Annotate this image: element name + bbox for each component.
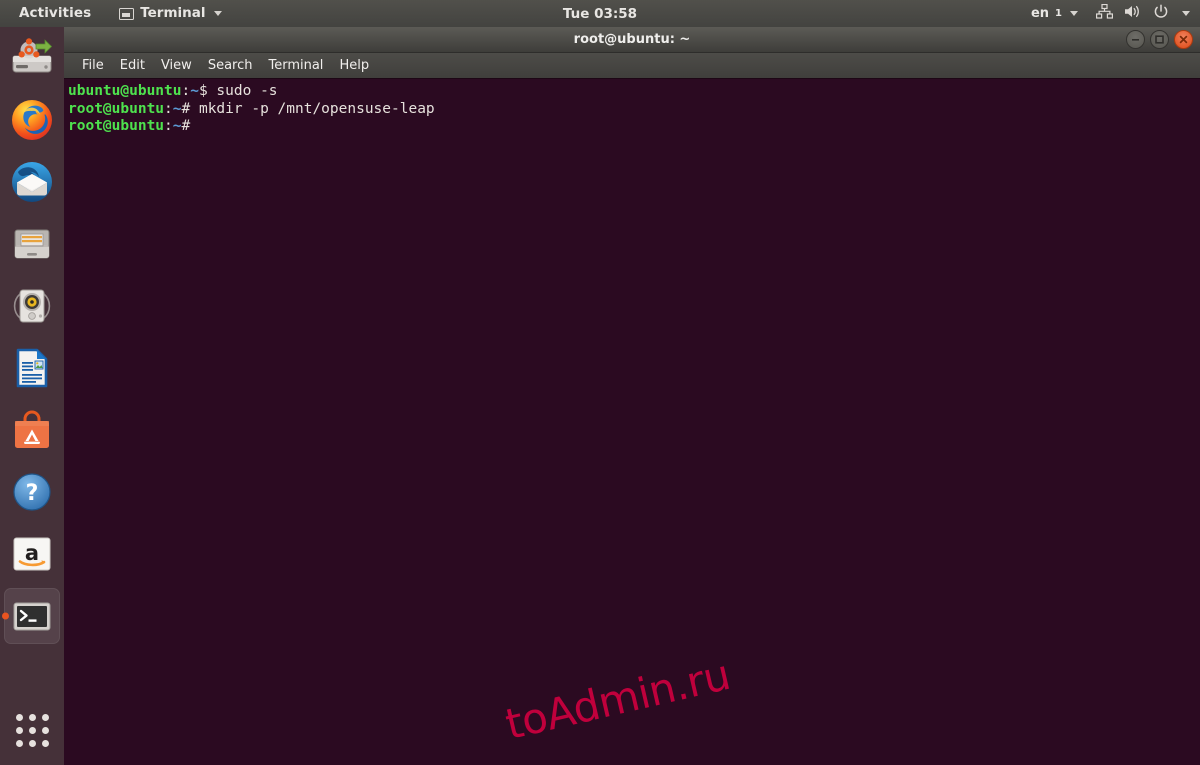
maximize-button[interactable] (1150, 30, 1169, 49)
dock-item-libreoffice-writer[interactable] (0, 337, 64, 399)
terminal-line: ubuntu@ubuntu:~$ sudo -s (68, 83, 1194, 101)
show-applications-button[interactable] (0, 701, 64, 759)
activities-button[interactable]: Activities (12, 5, 98, 23)
window-title: root@ubuntu: ~ (573, 31, 691, 47)
menu-bar: File Edit View Search Terminal Help (64, 53, 1200, 79)
dock-item-rhythmbox[interactable] (0, 275, 64, 337)
terminal-icon (10, 594, 54, 638)
chevron-down-icon[interactable] (1182, 11, 1190, 16)
app-menu-label: Terminal (140, 4, 206, 21)
dock-item-ubuntu-software[interactable] (0, 399, 64, 461)
prompt-path: ~ (172, 118, 182, 134)
menu-item-file[interactable]: File (74, 55, 112, 76)
terminal-command: mkdir -p /mnt/opensuse-leap (190, 100, 435, 117)
thunderbird-icon (10, 160, 54, 204)
terminal-line: root@ubuntu:~# (68, 118, 1194, 136)
input-source-label: en (1030, 6, 1050, 21)
menu-item-view[interactable]: View (153, 55, 200, 76)
volume-icon[interactable] (1124, 4, 1142, 23)
input-source-index: 1 (1055, 7, 1062, 19)
rhythmbox-icon (10, 284, 54, 328)
menu-item-help[interactable]: Help (331, 55, 377, 76)
prompt-user: ubuntu@ubuntu (68, 83, 182, 99)
firefox-icon (10, 98, 54, 142)
minimize-button[interactable] (1126, 30, 1145, 49)
prompt-separator: : (164, 118, 173, 134)
prompt-separator: : (164, 100, 173, 117)
chevron-down-icon (1070, 11, 1078, 16)
running-indicator (2, 612, 9, 620)
terminal-output-area[interactable]: ubuntu@ubuntu:~$ sudo -s root@ubuntu:~# … (64, 79, 1200, 765)
terminal-command: sudo -s (207, 83, 278, 99)
prompt-path: ~ (172, 100, 182, 117)
desktop-screen: Activities Terminal Tue 03:58 en 1 ? a r… (0, 0, 1200, 765)
dock-item-thunderbird[interactable] (0, 151, 64, 213)
chevron-down-icon (213, 11, 222, 16)
prompt-user: root@ubuntu (68, 118, 165, 134)
menu-item-search[interactable]: Search (200, 55, 261, 76)
ubuntu-software-icon (10, 408, 54, 452)
help-icon: ? (10, 470, 54, 514)
amazon-icon: a (10, 532, 54, 576)
prompt-sigil: # (181, 118, 191, 134)
dock: ? a (0, 27, 64, 765)
dock-item-files[interactable] (0, 213, 64, 275)
app-menu-button[interactable]: Terminal (112, 5, 228, 23)
menu-item-edit[interactable]: Edit (112, 55, 153, 76)
terminal-window: root@ubuntu: ~ File Edit View Search Ter… (64, 27, 1200, 765)
terminal-line: root@ubuntu:~# mkdir -p /mnt/opensuse-le… (68, 101, 1194, 119)
dock-item-help[interactable]: ? (0, 461, 64, 523)
prompt-user: root@ubuntu (68, 100, 165, 117)
status-menu-area: en 1 (1024, 3, 1190, 24)
window-controls (1126, 30, 1200, 49)
svg-text:a: a (25, 541, 39, 565)
close-button[interactable] (1174, 30, 1193, 49)
dock-item-terminal[interactable] (0, 585, 64, 647)
window-icon (119, 7, 135, 20)
window-titlebar[interactable]: root@ubuntu: ~ (64, 27, 1200, 53)
top-bar: Activities Terminal Tue 03:58 en 1 (0, 0, 1200, 27)
activities-label: Activities (19, 4, 92, 21)
grid-dots-icon (15, 713, 49, 747)
menu-item-terminal[interactable]: Terminal (260, 55, 331, 76)
power-icon[interactable] (1153, 3, 1169, 24)
prompt-sigil: $ (198, 83, 208, 99)
dock-item-install-ubuntu[interactable] (0, 27, 64, 89)
input-source-button[interactable]: en 1 (1024, 5, 1085, 22)
network-icon[interactable] (1096, 3, 1113, 23)
prompt-sigil: # (181, 100, 191, 117)
files-icon (10, 222, 54, 266)
dock-item-amazon[interactable]: a (0, 523, 64, 585)
dock-item-firefox[interactable] (0, 89, 64, 151)
prompt-path: ~ (190, 83, 199, 99)
install-ubuntu-icon (10, 36, 54, 80)
prompt-separator: : (181, 83, 191, 99)
libreoffice-writer-icon (10, 346, 54, 390)
svg-text:?: ? (26, 481, 39, 506)
